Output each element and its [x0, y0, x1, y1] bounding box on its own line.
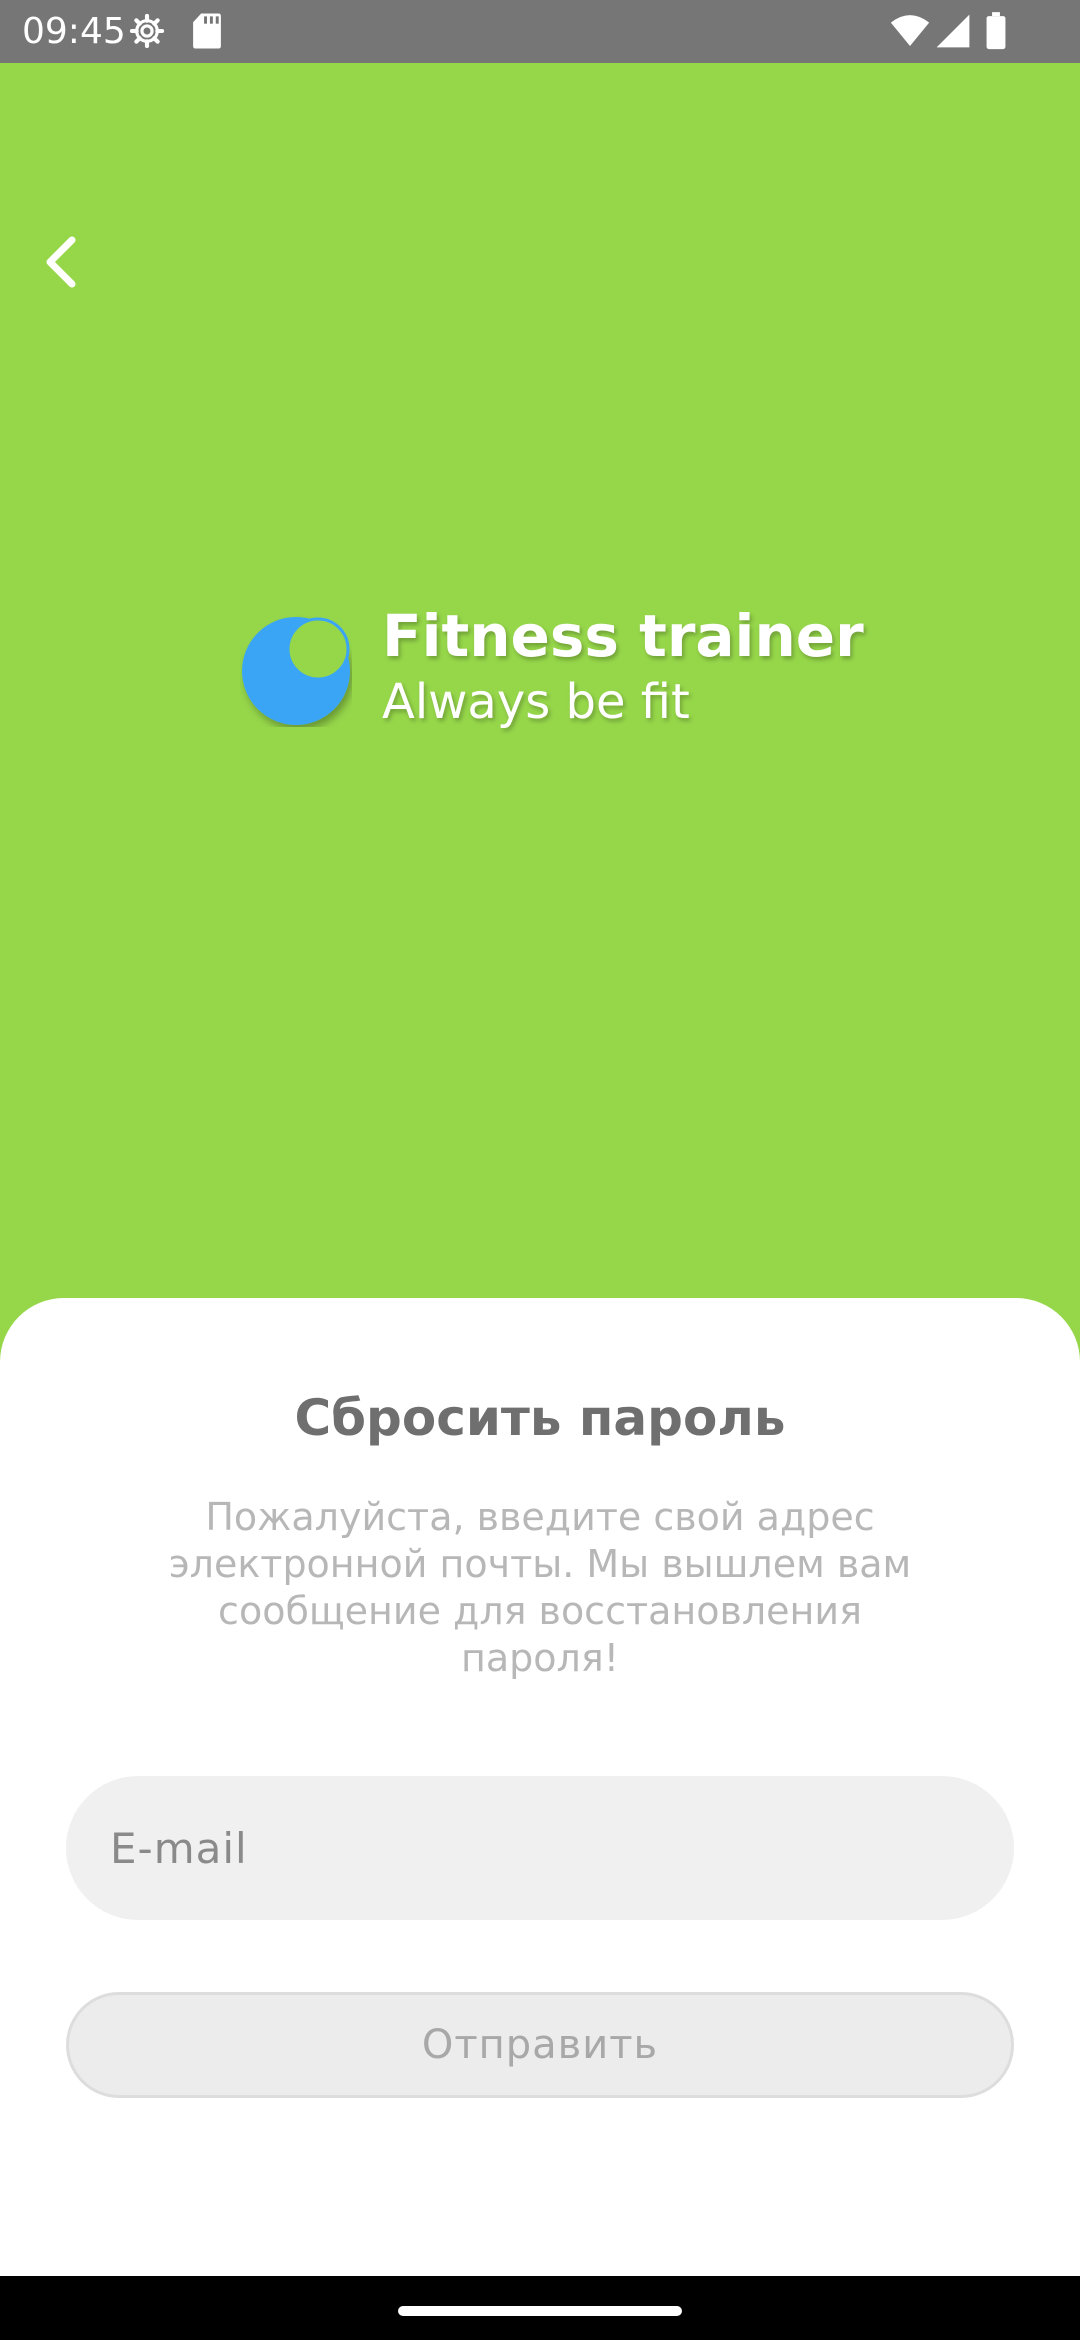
sd-card-icon	[192, 12, 222, 54]
gear-icon	[128, 12, 166, 54]
navigation-bar	[0, 2276, 1080, 2340]
submit-button[interactable]: Отправить	[66, 1992, 1014, 2098]
signal-icon	[935, 12, 971, 54]
home-indicator[interactable]	[398, 2306, 682, 2316]
app-subtitle: Always be fit	[382, 674, 690, 730]
battery-icon	[985, 12, 1007, 54]
reset-password-sheet: Сбросить пароль Пожалуйста, введите свой…	[0, 1298, 1080, 2276]
status-time: 09:45	[22, 11, 126, 52]
chevron-left-icon	[46, 236, 76, 288]
app-logo-block: Fitness trainer Always be fit	[240, 600, 864, 750]
app-title: Fitness trainer	[382, 602, 864, 670]
wifi-icon	[890, 12, 930, 54]
reset-password-title: Сбросить пароль	[294, 1389, 786, 1447]
status-bar: 09:45	[0, 0, 1080, 63]
back-button[interactable]	[28, 230, 92, 294]
reset-password-description: Пожалуйста, введите свой адрес электронн…	[168, 1495, 912, 1680]
email-field[interactable]	[66, 1776, 1014, 1920]
moon-logo-icon	[242, 617, 350, 725]
